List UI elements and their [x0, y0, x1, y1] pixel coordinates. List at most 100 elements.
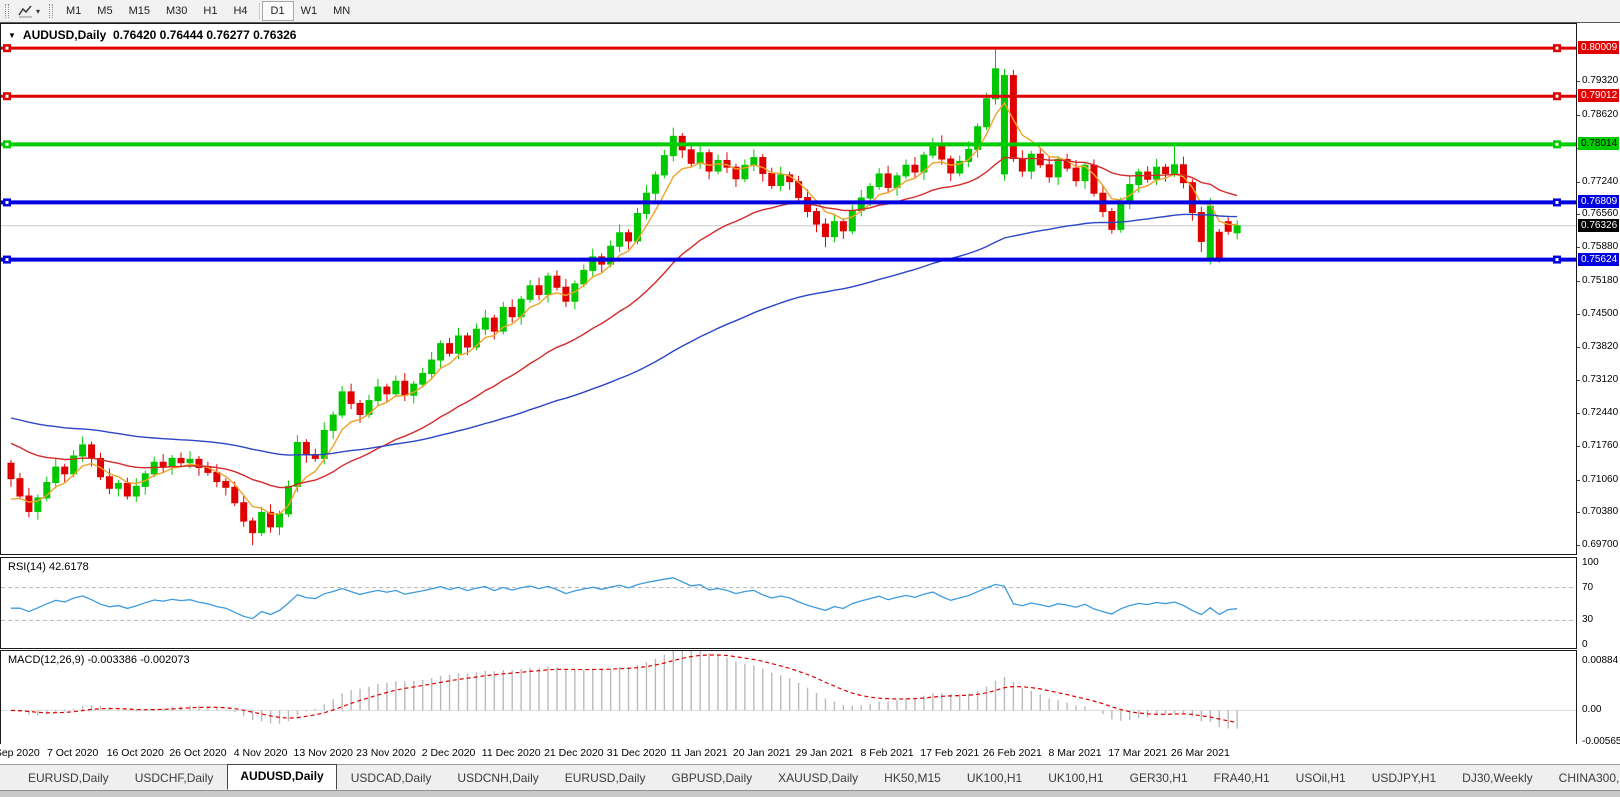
candle-down — [1215, 231, 1223, 262]
rsi-indicator-pane[interactable]: RSI(14) 42.6178 — [0, 557, 1577, 649]
candle-down — [446, 343, 454, 354]
chart-type-button[interactable]: ▾ — [14, 2, 44, 20]
candle-up — [186, 458, 194, 464]
line-endpoint-dot — [1555, 258, 1559, 262]
symbol-tab-fra40[interactable]: FRA40,H1 — [1202, 767, 1282, 790]
axis-tick-mark — [1577, 445, 1580, 447]
symbol-tab-china300[interactable]: CHINA300,H1 — [1547, 767, 1620, 790]
symbol-tab-xauusd[interactable]: XAUUSD,Daily — [766, 767, 870, 790]
axis-tick-mark — [1577, 512, 1580, 514]
candle-down — [687, 149, 695, 164]
toolbar-grip[interactable] — [5, 4, 9, 18]
axis-tick-mark — [1577, 280, 1580, 282]
date-label: 26 Mar 2021 — [1170, 747, 1230, 759]
ma-medium-line — [10, 156, 1238, 489]
date-label: 17 Mar 2021 — [1108, 747, 1168, 759]
symbol-tab-uk100[interactable]: UK100,H1 — [1036, 767, 1115, 790]
macd-tick-label: -0.005651 — [1582, 736, 1620, 747]
candle-up — [544, 275, 552, 295]
macd-label: MACD(12,26,9) -0.003386 -0.002073 — [8, 654, 190, 666]
symbol-tab-usdcad[interactable]: USDCAD,Daily — [339, 767, 444, 790]
line-chart-icon — [18, 5, 32, 18]
candle-up — [992, 68, 999, 100]
date-label: 13 Nov 2020 — [293, 747, 354, 759]
timeframe-button-m15[interactable]: M15 — [121, 2, 158, 20]
candle-down — [249, 520, 257, 534]
candle-up — [437, 343, 445, 361]
toolbar-grip[interactable] — [49, 4, 54, 18]
price-tick-label: 0.77240 — [1582, 175, 1619, 187]
price-tick-label: 0.71760 — [1582, 439, 1619, 451]
symbol-tab-usoil[interactable]: USOil,H1 — [1284, 767, 1358, 790]
axis-tick-mark — [1577, 413, 1580, 415]
candle-up — [616, 232, 624, 247]
candle-up — [428, 359, 436, 375]
price-axis[interactable]: 0.793200.786200.779400.772400.765600.758… — [1577, 23, 1620, 747]
symbol-tab-dj30[interactable]: DJ30,Weekly — [1450, 767, 1544, 790]
timeframe-button-h1[interactable]: H1 — [195, 2, 225, 20]
symbol-tab-ger30[interactable]: GER30,H1 — [1118, 767, 1200, 790]
macd-chart[interactable] — [1, 651, 1576, 744]
price-level-badge: 0.79012 — [1578, 89, 1619, 103]
toolbar-separator — [258, 3, 260, 19]
candle-down — [1072, 167, 1080, 182]
symbol-tab-audusd[interactable]: AUDUSD,Daily — [227, 764, 337, 790]
candle-up — [455, 335, 462, 354]
date-label: 7 Oct 2020 — [46, 747, 99, 759]
candle-down — [884, 173, 892, 188]
timeframe-buttons: M1 M5 M15 M30 H1 H4 D1 W1 MN — [58, 1, 358, 21]
line-endpoint-dot — [1555, 142, 1559, 146]
rsi-tick-label: 0 — [1582, 639, 1588, 650]
symbol-tab-uk100[interactable]: UK100,H1 — [955, 767, 1034, 790]
symbol-tab-eurusd[interactable]: EURUSD,Daily — [553, 767, 658, 790]
symbol-tab-usdcnh[interactable]: USDCNH,Daily — [445, 767, 550, 790]
timeframe-button-w1[interactable]: W1 — [293, 2, 326, 20]
macd-indicator-pane[interactable]: MACD(12,26,9) -0.003386 -0.002073 — [0, 650, 1577, 745]
candle-up — [983, 98, 991, 128]
candle-down — [231, 486, 239, 504]
candle-down — [222, 481, 230, 488]
chevron-down-icon: ▾ — [36, 6, 41, 16]
candle-down — [1090, 164, 1098, 194]
symbol-tab-usdjpy[interactable]: USDJPY,H1 — [1360, 767, 1448, 790]
candle-down — [159, 461, 167, 468]
symbol-tab-eurusd[interactable]: EURUSD,Daily — [16, 767, 121, 790]
ma-slow-line — [10, 213, 1238, 456]
candle-down — [625, 232, 633, 242]
symbol-period-label: AUDUSD,Daily — [22, 28, 107, 42]
symbol-tab-bar: EURUSD,Daily USDCHF,Daily AUDUSD,Daily USDC… — [0, 764, 1620, 790]
candle-down — [123, 482, 131, 497]
axis-tick-mark — [1577, 380, 1580, 382]
symbol-tab-hk50[interactable]: HK50,M15 — [872, 767, 953, 790]
candle-down — [213, 471, 221, 483]
line-endpoint-dot — [1555, 46, 1559, 50]
macd-signal-line — [10, 654, 1238, 724]
axis-tick-mark — [1577, 247, 1580, 249]
candle-up — [1233, 225, 1241, 234]
candlestick-chart[interactable] — [1, 24, 1576, 554]
time-axis[interactable]: 28 Sep 2020 7 Oct 2020 16 Oct 2020 26 Oct 2… — [0, 744, 1577, 764]
price-tick-label: 0.73120 — [1582, 374, 1619, 386]
candle-down — [61, 466, 69, 475]
timeframe-button-h4[interactable]: H4 — [225, 2, 255, 20]
line-endpoint-dot — [1555, 94, 1559, 98]
symbol-tab-usdchf[interactable]: USDCHF,Daily — [123, 767, 226, 790]
timeframe-button-m1[interactable]: M1 — [58, 2, 89, 20]
date-label: 11 Jan 2021 — [670, 747, 728, 759]
timeframe-button-d1[interactable]: D1 — [261, 1, 294, 21]
rsi-line — [11, 577, 1238, 620]
symbol-dropdown-icon[interactable]: ▼ — [8, 31, 16, 40]
candle-up — [392, 380, 400, 395]
date-label: 17 Feb 2021 — [920, 747, 980, 759]
rsi-chart[interactable] — [1, 558, 1576, 648]
candle-up — [276, 513, 283, 528]
timeframe-button-mn[interactable]: MN — [325, 2, 358, 20]
rsi-tick-label: 70 — [1582, 581, 1594, 593]
candle-down — [911, 164, 919, 173]
timeframe-button-m30[interactable]: M30 — [158, 2, 195, 20]
candle-up — [132, 485, 140, 497]
timeframe-button-m5[interactable]: M5 — [89, 2, 120, 20]
price-chart-pane[interactable]: ▼ AUDUSD,Daily 0.76420 0.76444 0.76277 0… — [0, 23, 1577, 555]
symbol-tab-gbpusd[interactable]: GBPUSD,Daily — [659, 767, 764, 790]
candle-down — [839, 221, 847, 232]
